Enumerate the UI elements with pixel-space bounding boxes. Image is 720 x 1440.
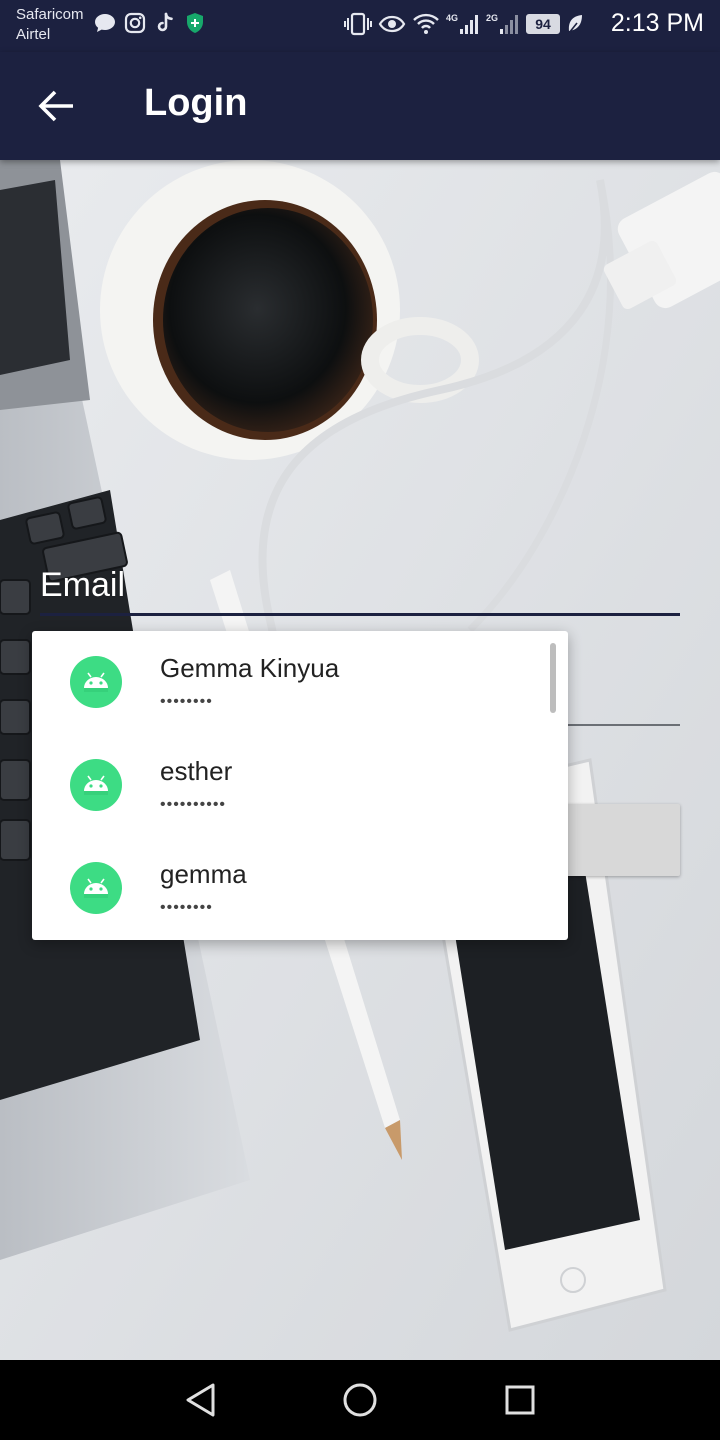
navigation-bar [0,1360,720,1440]
arrow-left-icon [38,90,73,122]
autofill-item[interactable]: esther •••••••••• [32,734,568,837]
network-type-label: 2G [486,13,498,23]
autofill-username: Gemma Kinyua [160,653,340,683]
autofill-password: •••••••• [160,693,213,710]
app-bar: Login [0,52,720,160]
wifi-icon [412,12,440,36]
android-icon [70,862,122,914]
battery-level: 94 [526,14,560,34]
page-title: Login [144,82,248,124]
autofill-item[interactable]: gemma •••••••• [32,837,568,940]
instagram-icon [124,12,146,34]
back-triangle-icon [186,1383,215,1417]
network-type-label: 4G [446,13,458,23]
vibrate-icon [344,12,372,36]
android-icon [70,759,122,811]
status-bar: Safaricom Airtel 4G 2G 94 2:13 PM [0,0,720,52]
signal-icon: 4G [446,12,480,36]
autofill-password: •••••••• [160,899,213,916]
battery-icon: 94 [526,12,560,36]
android-icon [70,656,122,708]
shield-icon [184,12,206,34]
signal-icon: 2G [486,12,520,36]
eye-comfort-icon [378,12,406,36]
autofill-password: •••••••••• [160,796,227,813]
carrier-2: Airtel [16,26,51,43]
leaf-icon [566,12,584,36]
carrier-names: Safaricom Airtel [16,5,84,45]
back-button[interactable] [24,74,88,138]
scrollbar[interactable] [550,643,556,713]
autofill-username: gemma [160,859,247,889]
clock: 2:13 PM [610,9,704,37]
nav-recents-button[interactable] [496,1376,544,1424]
autofill-username: esther [160,756,233,786]
autofill-item[interactable]: Gemma Kinyua •••••••• [32,631,568,734]
message-bubble-icon [94,12,116,34]
notification-icons [94,12,206,34]
email-field[interactable] [40,560,680,616]
autofill-dropdown: Gemma Kinyua •••••••• esther •••••••••• … [32,631,568,940]
tiktok-icon [154,12,176,34]
nav-back-button[interactable] [176,1376,224,1424]
nav-home-button[interactable] [336,1376,384,1424]
recents-square-icon [505,1385,535,1415]
carrier-1: Safaricom [16,6,84,23]
system-icons: 4G 2G 94 [344,12,584,36]
home-circle-icon [343,1383,377,1417]
